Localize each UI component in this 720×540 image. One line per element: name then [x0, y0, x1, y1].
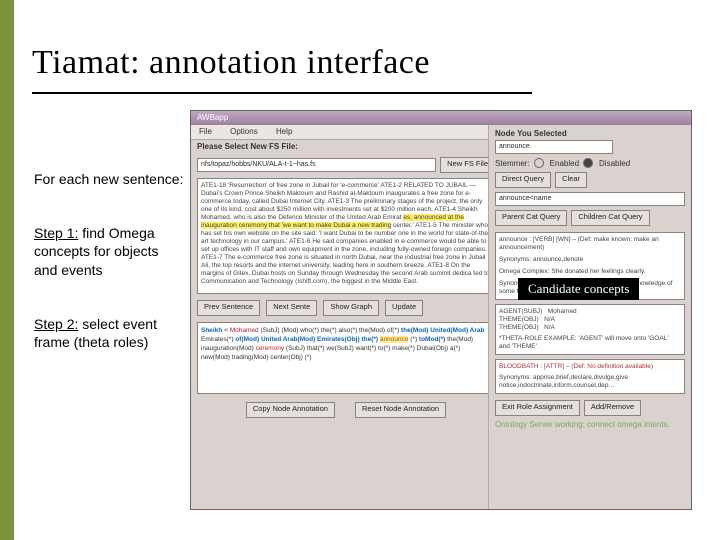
- stemmer-label: Stemmer:: [495, 159, 530, 168]
- frame-role-0: AGENT(SUBJ): [499, 308, 542, 315]
- query-field[interactable]: announce<name: [495, 192, 685, 206]
- update-button[interactable]: Update: [385, 300, 423, 316]
- new-fs-file-button[interactable]: New FS File: [440, 157, 495, 173]
- frame-role-2: THEME(OBJ): [499, 324, 539, 331]
- sidebar-step-2: Step 2: select event frame (theta roles): [34, 315, 184, 351]
- frame-val-1: N/A: [544, 316, 555, 323]
- parsed-sentence-pane[interactable]: Sheikh < Mohamed (SubJ) (Mod) who(*) the…: [197, 322, 495, 394]
- stemmer-enabled-text: Enabled: [550, 159, 579, 168]
- sentence-nav-buttons: Prev Sentence Next Sente Show Graph Upda…: [191, 296, 501, 320]
- menu-help[interactable]: Help: [268, 125, 300, 139]
- direct-query-button[interactable]: Direct Query: [495, 172, 551, 188]
- candidate-ex: Omega Complex: She donated her feelings …: [499, 268, 681, 276]
- app-titlebar: AWBapp: [191, 111, 691, 125]
- candidate-syn: Synonyms: announce,denote: [499, 256, 681, 264]
- menu-file[interactable]: File: [191, 125, 220, 139]
- menu-options[interactable]: Options: [222, 125, 266, 139]
- stemmer-row: Stemmer: Enabled Disabled: [495, 156, 685, 170]
- step1-lead: Step 1:: [34, 225, 78, 241]
- page-title: Tiamat: annotation interface: [32, 44, 430, 82]
- frame-role-1: THEME(OBJ): [499, 316, 539, 323]
- exit-role-assignment-button[interactable]: Exit Role Assignment: [495, 400, 580, 416]
- frame-note: *THETA-ROLE EXAMPLE: 'AGENT' will move o…: [499, 335, 681, 351]
- selected-node-label: Node You Selected: [495, 129, 685, 138]
- ontology-status: Ontology Server working: connect omega i…: [495, 420, 685, 429]
- bloodbath-head: BLOODBATH : [ATTR] – (Def: No definition…: [499, 363, 681, 371]
- show-graph-button[interactable]: Show Graph: [323, 300, 379, 316]
- copy-node-annotation-button[interactable]: Copy Node Annotation: [246, 402, 335, 418]
- clear-query-button[interactable]: Clear: [555, 172, 587, 188]
- selected-node-field[interactable]: announce: [495, 140, 613, 154]
- frame-row-1: THEME(OBJ) N/A: [499, 316, 681, 324]
- next-sentence-button[interactable]: Next Sente: [266, 300, 317, 316]
- sidebar-intro: For each new sentence:: [34, 170, 184, 188]
- step2-lead: Step 2:: [34, 316, 78, 332]
- theta-role-pane: AGENT(SUBJ) Mohamed THEME(OBJ) N/A THEME…: [495, 304, 685, 355]
- candidate-head: announce : [VERB] [WN] – (Def: make know…: [499, 236, 681, 252]
- parent-cat-query-button[interactable]: Parent Cat Query: [495, 210, 567, 226]
- accent-bar: [0, 0, 14, 540]
- frame-val-0: Mohamed: [548, 308, 577, 315]
- instruction-sidebar: For each new sentence: Step 1: find Omeg…: [34, 170, 184, 387]
- add-remove-button[interactable]: Add/Remove: [584, 400, 641, 416]
- stemmer-enabled-radio[interactable]: [534, 158, 544, 168]
- file-label: Please Select New FS File:: [197, 142, 298, 151]
- sidebar-step-1: Step 1: find Omega concepts for objects …: [34, 224, 184, 279]
- frame-row-2: THEME(OBJ) N/A: [499, 324, 681, 332]
- stemmer-disabled-radio[interactable]: [583, 158, 593, 168]
- file-path-field[interactable]: nfs/topaz/hobbs/NKU/ALA-t-1~has.fs: [197, 158, 436, 172]
- stemmer-disabled-text: Disabled: [599, 159, 630, 168]
- corpus-text-pane[interactable]: ATE1-18 'Resurrection' of free zone in J…: [197, 178, 495, 294]
- app-window: AWBapp File Options Help Please Select N…: [190, 110, 692, 510]
- sidebar-intro-text: For each new sentence:: [34, 171, 183, 187]
- file-label-row: Please Select New FS File:: [191, 139, 501, 154]
- bloodbath-body: Synonyms: apprise,brief,declare,divulge,…: [499, 374, 681, 390]
- app-right-panel: Node You Selected announce Stemmer: Enab…: [488, 125, 691, 509]
- children-cat-query-button[interactable]: Children Cat Query: [571, 210, 649, 226]
- secondary-candidate-pane[interactable]: BLOODBATH : [ATTR] – (Def: No definition…: [495, 359, 685, 394]
- prev-sentence-button[interactable]: Prev Sentence: [197, 300, 260, 316]
- title-rule: [32, 92, 532, 94]
- frame-val-2: N/A: [544, 324, 555, 331]
- reset-node-annotation-button[interactable]: Reset Node Annotation: [355, 402, 446, 418]
- callout-candidate-concepts: Candidate concepts: [518, 278, 639, 300]
- frame-row-0: AGENT(SUBJ) Mohamed: [499, 308, 681, 316]
